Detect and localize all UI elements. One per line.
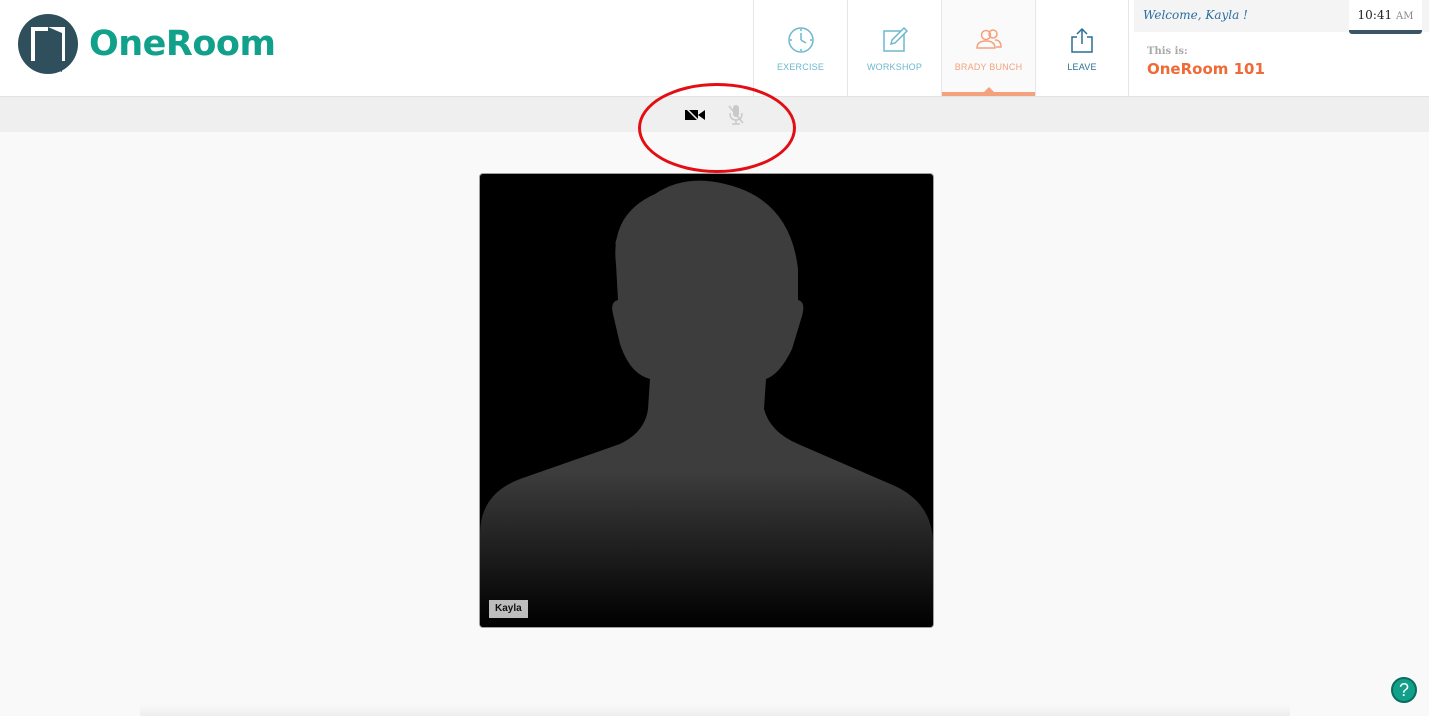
nav-label: EXERCISE xyxy=(776,62,825,72)
active-indicator xyxy=(984,87,994,92)
logo-icon xyxy=(18,14,78,74)
clock-ampm: AM xyxy=(1395,11,1414,22)
room-name: OneRoom 101 xyxy=(1147,60,1265,78)
nav-label: WORKSHOP xyxy=(866,62,923,72)
nav-brady-bunch[interactable]: BRADY BUNCH xyxy=(941,0,1035,96)
clock-icon xyxy=(787,27,814,53)
app-logo[interactable]: OneRoom xyxy=(18,14,276,74)
main-nav: EXERCISE WORKSHOP BRADY BUNCH LEAVE xyxy=(753,0,1129,96)
video-tile[interactable]: Kayla xyxy=(479,173,934,628)
nav-leave[interactable]: LEAVE xyxy=(1035,0,1129,96)
nav-label: LEAVE xyxy=(1067,62,1097,72)
clock: 10:41 AM xyxy=(1349,0,1422,34)
video-camera-icon[interactable] xyxy=(684,107,706,123)
media-toolbar xyxy=(0,97,1429,132)
header: OneRoom EXERCISE WORKSHOP BRADY BUNCH LE… xyxy=(0,0,1429,97)
participant-name-tag: Kayla xyxy=(489,600,528,618)
avatar-silhouette xyxy=(480,180,933,627)
people-icon xyxy=(975,29,1002,49)
bottom-panel-edge xyxy=(140,704,1290,716)
clock-time: 10:41 xyxy=(1357,8,1393,22)
help-button[interactable]: ? xyxy=(1391,677,1417,703)
nav-label: BRADY BUNCH xyxy=(954,62,1023,72)
welcome-message: Welcome, Kayla ! xyxy=(1143,8,1248,22)
share-icon xyxy=(1071,27,1093,53)
edit-icon xyxy=(882,26,908,52)
microphone-icon[interactable] xyxy=(727,104,745,126)
app-name: OneRoom xyxy=(89,24,276,64)
nav-workshop[interactable]: WORKSHOP xyxy=(847,0,941,96)
nav-exercise[interactable]: EXERCISE xyxy=(753,0,847,96)
room-caption: This is: xyxy=(1147,46,1188,57)
